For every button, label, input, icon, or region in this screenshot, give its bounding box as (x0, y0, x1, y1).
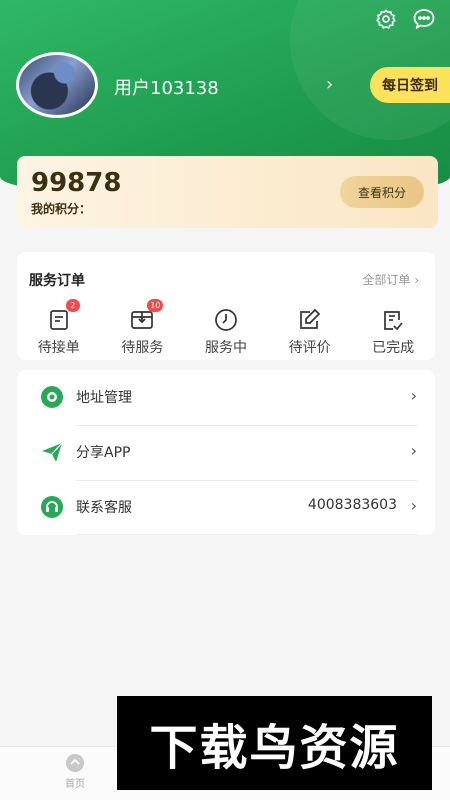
order-status-pending[interactable]: 2 待接单 (17, 299, 101, 357)
order-status-to-review[interactable]: 待评价 (268, 308, 352, 357)
profile-chevron-right-icon[interactable]: › (326, 74, 333, 95)
in-service-clock-icon (213, 308, 239, 332)
order-status-label: 待服务 (121, 340, 164, 356)
chevron-right-icon: › (410, 496, 417, 515)
tab-home[interactable]: 首页 (58, 753, 92, 790)
menu-item-share[interactable]: 分享APP › (17, 425, 435, 480)
home-icon (66, 754, 84, 772)
points-value: 99878 (31, 168, 122, 198)
pending-badge: 2 (65, 299, 80, 312)
top-icon-bar (374, 7, 436, 31)
username[interactable]: 用户103138 (114, 74, 219, 100)
order-status-label: 待评价 (288, 340, 331, 356)
points-card: 99878 我的积分： 查看积分 (17, 156, 438, 228)
share-paper-plane-icon (40, 440, 64, 464)
watermark-text: 下载鸟资源 (149, 720, 400, 776)
menu-item-customer-service[interactable]: 联系客服 4008383603 › (17, 480, 435, 535)
customer-service-icon (40, 495, 64, 519)
menu-item-address[interactable]: 地址管理 › (17, 370, 435, 425)
to-serve-badge: 10 (147, 299, 164, 312)
all-orders-label: 全部订单 (362, 273, 411, 287)
orders-title: 服务订单 (29, 273, 85, 289)
completed-check-icon (380, 308, 406, 332)
order-status-label: 已完成 (372, 340, 415, 356)
chevron-right-icon: › (410, 441, 417, 460)
daily-checkin-button[interactable]: 每日签到 (370, 67, 450, 103)
view-points-button[interactable]: 查看积分 (340, 176, 424, 208)
location-icon (40, 385, 64, 409)
avatar[interactable] (16, 52, 98, 118)
pending-order-icon: 2 (46, 299, 80, 332)
settings-icon[interactable] (374, 7, 398, 31)
order-status-completed[interactable]: 已完成 (351, 308, 435, 357)
tab-home-label: 首页 (65, 779, 85, 790)
order-status-to-serve[interactable]: 10 待服务 (101, 299, 185, 357)
menu-divider (76, 534, 417, 535)
order-status-list: 2 待接单 10 待服务 服务中 待评价 已完成 (17, 299, 435, 357)
order-status-label: 服务中 (204, 340, 247, 356)
menu-item-label: 联系客服 (76, 500, 132, 516)
order-status-in-service[interactable]: 服务中 (184, 308, 268, 357)
to-review-edit-icon (297, 308, 323, 332)
service-orders-card: 服务订单 全部订单 › 2 待接单 10 待服务 服务中 待评价 已完成 (17, 252, 435, 360)
profile-section: 用户103138 › 每日签到 (16, 52, 450, 122)
message-icon[interactable] (412, 7, 436, 31)
points-label: 我的积分： (31, 202, 92, 216)
to-serve-icon: 10 (129, 299, 164, 332)
menu-item-label: 分享APP (76, 445, 131, 461)
menu-card: 地址管理 › 分享APP › 联系客服 4008383603 › (17, 370, 435, 535)
watermark-banner: 下载鸟资源 (117, 696, 432, 790)
all-orders-link[interactable]: 全部订单 › (362, 271, 419, 288)
order-status-label: 待接单 (37, 340, 80, 356)
menu-item-label: 地址管理 (76, 390, 132, 406)
chevron-right-icon: › (414, 273, 419, 287)
chevron-right-icon: › (410, 386, 417, 405)
customer-service-phone: 4008383603 (307, 497, 397, 513)
